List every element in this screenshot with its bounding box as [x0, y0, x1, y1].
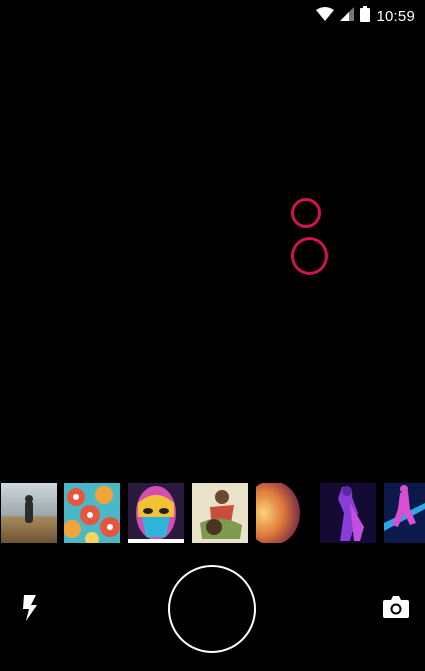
gallery-strip[interactable] [0, 483, 425, 543]
thumbnail-planet-art[interactable] [256, 483, 312, 543]
navigation-bar [0, 660, 425, 671]
switch-camera-icon [382, 595, 410, 624]
status-icons: 10:59 [316, 5, 415, 27]
thumbnail-cartoon-pattern[interactable] [64, 483, 120, 543]
thumbnail-sketch-art[interactable] [192, 483, 248, 543]
status-bar: 10:59 [0, 0, 425, 32]
switch-camera-button[interactable] [380, 594, 412, 624]
battery-icon [360, 5, 371, 27]
camera-viewfinder[interactable] [0, 32, 425, 477]
cell-signal-icon [340, 6, 355, 26]
flash-icon [22, 594, 38, 626]
thumbnail-neon-dancer[interactable] [384, 483, 425, 543]
status-time: 10:59 [376, 7, 415, 25]
thumbnail-man-in-field[interactable] [1, 483, 57, 543]
shutter-button[interactable] [168, 565, 256, 653]
camera-controls [0, 560, 425, 660]
wifi-icon [316, 6, 335, 26]
flash-button[interactable] [16, 594, 44, 626]
thumbnail-neon-figure[interactable] [320, 483, 376, 543]
focus-indicator-bottom [291, 237, 328, 275]
thumbnail-painted-face[interactable] [128, 483, 184, 543]
focus-indicator-top [291, 198, 321, 228]
